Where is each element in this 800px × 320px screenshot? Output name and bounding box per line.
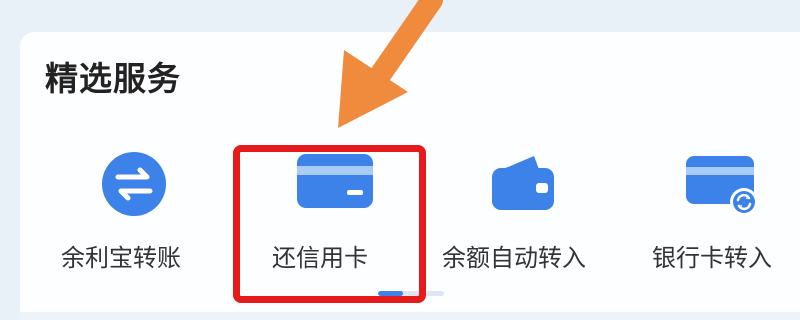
pager-indicator bbox=[378, 291, 444, 296]
pager-active-segment bbox=[378, 291, 404, 296]
section-title: 精选服务 bbox=[45, 59, 181, 98]
service-label: 余额自动转入 bbox=[442, 244, 586, 272]
bank-card-refresh-icon bbox=[684, 150, 762, 222]
transfer-arrows-icon bbox=[100, 150, 168, 222]
service-item-repay-credit-card[interactable]: 还信用卡 bbox=[255, 150, 415, 280]
service-label: 银行卡转入 bbox=[652, 244, 772, 272]
app-screen: 精选服务 余利宝转账 还信用卡 余额自动转入 银行卡转入 bbox=[0, 0, 800, 320]
service-label: 余利宝转账 bbox=[61, 244, 181, 272]
service-item-auto-transfer-balance[interactable]: 余额自动转入 bbox=[440, 150, 615, 280]
service-item-bank-card-transfer-in[interactable]: 银行卡转入 bbox=[650, 150, 800, 280]
bottom-divider bbox=[20, 312, 800, 320]
credit-card-icon bbox=[295, 150, 377, 218]
service-item-yulibao-transfer[interactable]: 余利宝转账 bbox=[55, 150, 215, 280]
wallet-icon bbox=[488, 150, 560, 218]
service-label: 还信用卡 bbox=[272, 244, 368, 272]
